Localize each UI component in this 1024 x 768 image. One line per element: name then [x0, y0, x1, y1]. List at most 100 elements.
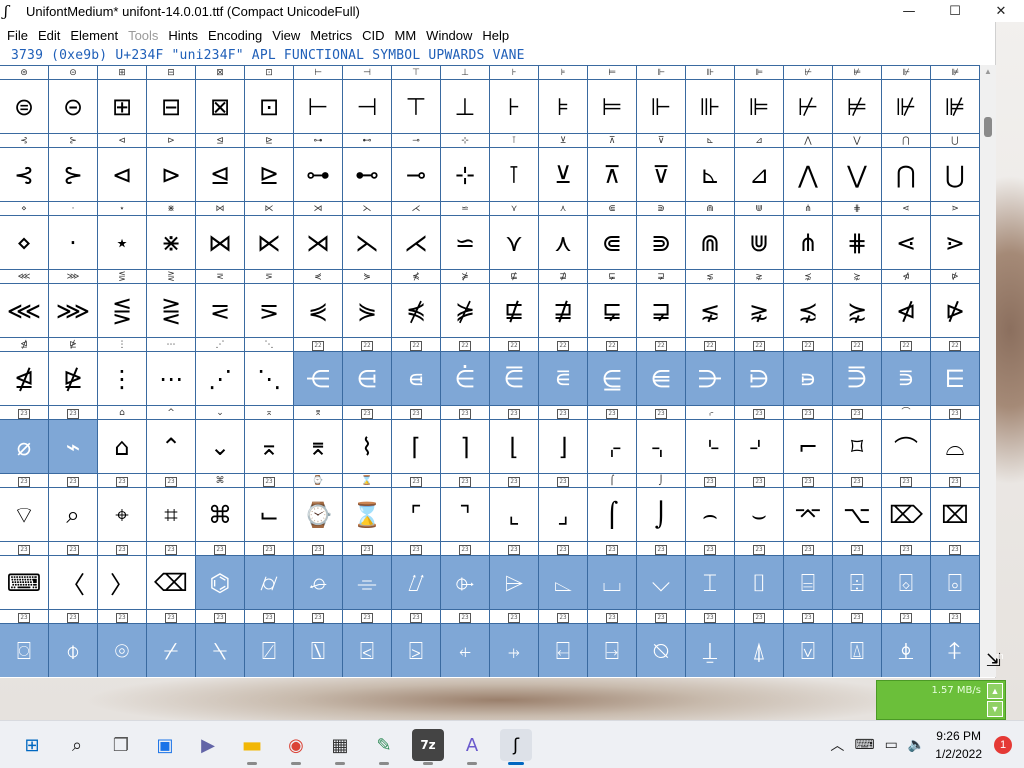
glyph-cell[interactable]: 23 ⌽ [49, 610, 98, 677]
glyph-cell[interactable]: ⋣ ⋣ [539, 270, 588, 338]
glyph-cell[interactable]: ⋢ ⋢ [490, 270, 539, 338]
glyph-cell[interactable]: 22 ⋲ [294, 338, 343, 406]
glyph-cell[interactable]: ⌆ ⌆ [294, 406, 343, 474]
glyph-cell[interactable]: ⋚ ⋚ [98, 270, 147, 338]
glyph-cell[interactable]: 23 ⌷ [735, 542, 784, 610]
fontforge-icon[interactable]: ʃ [500, 729, 532, 765]
glyph-cell[interactable]: ⋁ ⋁ [833, 134, 882, 202]
glyph-cell[interactable]: ⊷ ⊷ [343, 134, 392, 202]
glyph-cell[interactable]: ⋰ ⋰ [196, 338, 245, 406]
menu-window[interactable]: Window [422, 28, 476, 43]
glyph-cell[interactable]: ⌒ ⌒ [882, 406, 931, 474]
glyph-cell[interactable]: ⊯ ⊯ [931, 66, 980, 134]
glyph-cell[interactable]: ⊸ ⊸ [392, 134, 441, 202]
widgets-icon[interactable]: ▣ [149, 729, 181, 761]
glyph-cell[interactable]: 23 ⍉ [637, 610, 686, 677]
glyph-cell[interactable]: 23 ⍁ [245, 610, 294, 677]
glyph-cell[interactable]: ⊾ ⊾ [686, 134, 735, 202]
glyph-cell[interactable]: ⊵ ⊵ [245, 134, 294, 202]
glyph-cell[interactable]: ⊥ ⊥ [441, 66, 490, 134]
menu-element[interactable]: Element [66, 28, 122, 43]
glyph-cell[interactable]: 22 ⋴ [392, 338, 441, 406]
glyph-cell[interactable]: 23 ⌐ [784, 406, 833, 474]
glyph-cell[interactable]: ⌡ ⌡ [637, 474, 686, 542]
glyph-cell[interactable]: 23 ⌮ [294, 542, 343, 610]
glyph-cell[interactable]: ⋅ ⋅ [49, 202, 98, 270]
glyph-cell[interactable]: ⋧ ⋧ [735, 270, 784, 338]
glyph-cell[interactable]: 23 ⌟ [539, 474, 588, 542]
teams-chat-icon[interactable]: ▶ [192, 729, 224, 761]
glyph-cell[interactable]: ⊦ ⊦ [490, 66, 539, 134]
glyph-cell[interactable]: 23 ⍂ [294, 610, 343, 677]
glyph-cell[interactable]: ⊳ ⊳ [147, 134, 196, 202]
7zip-icon[interactable]: 7z [412, 729, 444, 765]
glyph-cell[interactable]: 23 ⌓ [931, 406, 980, 474]
glyph-cell[interactable]: 23 ⌫ [147, 542, 196, 610]
glyph-cell[interactable]: ⋉ ⋉ [245, 202, 294, 270]
glyph-cell[interactable]: ⋝ ⋝ [245, 270, 294, 338]
glyph-cell[interactable]: 23 ⌻ [931, 542, 980, 610]
glyph-cell[interactable]: ⋕ ⋕ [833, 202, 882, 270]
widget-down-arrow-icon[interactable]: ▼ [987, 701, 1003, 717]
glyph-cell[interactable]: ⋱ ⋱ [245, 338, 294, 406]
glyph-cell[interactable]: ⌘ ⌘ [196, 474, 245, 542]
glyph-cell[interactable]: ⋑ ⋑ [637, 202, 686, 270]
glyph-cell[interactable]: ^ ⌃ [147, 406, 196, 474]
glyph-cell[interactable]: 22 ⋷ [539, 338, 588, 406]
glyph-cell[interactable]: ⊪ ⊪ [686, 66, 735, 134]
glyph-cell[interactable]: 23 ⌀ [0, 406, 49, 474]
glyph-cell[interactable]: 23 ⍇ [539, 610, 588, 677]
menu-encoding[interactable]: Encoding [204, 28, 266, 43]
scrollbar-thumb[interactable] [984, 117, 992, 137]
volume-icon[interactable]: 🔈 [908, 737, 925, 753]
glyph-cell[interactable]: ⋞ ⋞ [294, 270, 343, 338]
glyph-cell[interactable]: 23 ⌏ [735, 406, 784, 474]
glyph-cell[interactable]: 23 ⌇ [343, 406, 392, 474]
glyph-cell[interactable]: 23 ⌜ [392, 474, 441, 542]
glyph-cell[interactable]: ⊿ ⊿ [735, 134, 784, 202]
glyph-cell[interactable]: ⋇ ⋇ [147, 202, 196, 270]
glyph-cell[interactable]: ⋯ ⋯ [147, 338, 196, 406]
glyph-cell[interactable]: ⊮ ⊮ [882, 66, 931, 134]
glyph-cell[interactable]: ⌂ ⌂ [98, 406, 147, 474]
keyboard-icon[interactable]: ⌨ [854, 737, 874, 753]
glyph-cell[interactable]: ⋂ ⋂ [882, 134, 931, 202]
minimize-button[interactable]: — [886, 0, 932, 22]
menu-metrics[interactable]: Metrics [306, 28, 356, 43]
glyph-cell[interactable]: 23 ⍀ [196, 610, 245, 677]
glyph-cell[interactable]: 23 ⌊ [490, 406, 539, 474]
widget-up-arrow-icon[interactable]: ▲ [987, 683, 1003, 699]
glyph-cell[interactable]: ⋩ ⋩ [833, 270, 882, 338]
glyph-cell[interactable]: 23 ⌰ [392, 542, 441, 610]
glyph-cell[interactable]: ⋏ ⋏ [539, 202, 588, 270]
glyph-cell[interactable]: 23 ⌸ [784, 542, 833, 610]
glyph-cell[interactable]: ⌛ ⌛ [343, 474, 392, 542]
glyph-cell[interactable]: ⊤ ⊤ [392, 66, 441, 134]
vertical-scrollbar[interactable]: ▲ [980, 65, 996, 677]
glyph-cell[interactable]: ⋓ ⋓ [735, 202, 784, 270]
glyph-cell[interactable]: ⋟ ⋟ [343, 270, 392, 338]
glyph-cell[interactable]: 22 ⋶ [490, 338, 539, 406]
glyph-cell[interactable]: ⋍ ⋍ [441, 202, 490, 270]
glyph-cell[interactable]: 23 ⌑ [833, 406, 882, 474]
glyph-cell[interactable]: 22 ⋸ [588, 338, 637, 406]
clock[interactable]: 9:26 PM 1/2/2022 [935, 727, 982, 763]
glyph-cell[interactable]: ⋬ ⋬ [0, 338, 49, 406]
task-view-icon[interactable]: ❐ [105, 729, 137, 761]
glyph-cell[interactable]: ⊡ ⊡ [245, 66, 294, 134]
glyph-cell[interactable]: 22 ⋺ [686, 338, 735, 406]
glyph-cell[interactable]: ⊴ ⊴ [196, 134, 245, 202]
menu-hints[interactable]: Hints [164, 28, 202, 43]
glyph-cell[interactable]: ⋖ ⋖ [882, 202, 931, 270]
glyph-cell[interactable]: 23 ⍌ [784, 610, 833, 677]
glyph-cell[interactable]: 23 ⌔ [0, 474, 49, 542]
glyph-cell[interactable]: 22 ⋳ [343, 338, 392, 406]
glyph-cell[interactable]: 23 ⌌ [588, 406, 637, 474]
glyph-cell[interactable]: 22 ⋼ [784, 338, 833, 406]
glyph-cell[interactable]: 23 ⌯ [343, 542, 392, 610]
menu-cid[interactable]: CID [358, 28, 388, 43]
glyph-cell[interactable]: ⋛ ⋛ [147, 270, 196, 338]
glyph-cell[interactable]: ⋐ ⋐ [588, 202, 637, 270]
glyph-cell[interactable]: ⋆ ⋆ [98, 202, 147, 270]
glyph-cell[interactable]: ⋪ ⋪ [882, 270, 931, 338]
